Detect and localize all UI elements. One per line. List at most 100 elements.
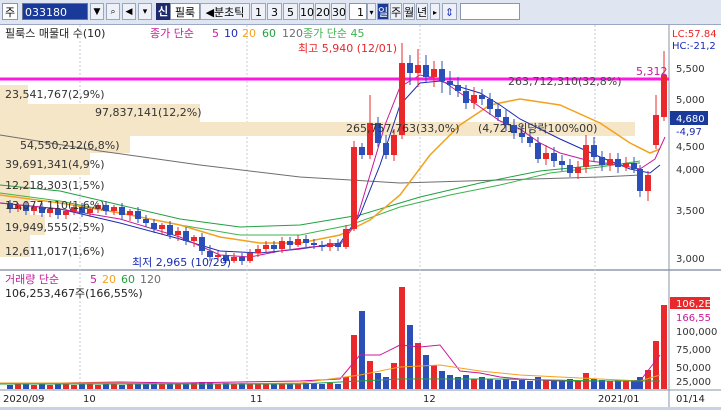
candle-body: [303, 239, 309, 243]
interval-button-10[interactable]: 10: [299, 3, 314, 20]
volume-bar: [279, 384, 285, 389]
profile-label-8: 19,949,555(2,5%): [5, 221, 105, 234]
interval-label: 20: [316, 6, 330, 19]
count-input[interactable]: 1: [349, 3, 367, 20]
volume-bar: [575, 381, 581, 389]
candle-body: [591, 145, 597, 157]
candle-body: [623, 163, 629, 167]
interval-label: 1: [255, 6, 262, 19]
x-label-12: 12: [423, 394, 436, 405]
scroll-updown-icon[interactable]: ⇕: [442, 3, 457, 20]
count-dropdown-icon[interactable]: ▾: [367, 3, 376, 20]
volume-right-value: 106,2E: [676, 299, 711, 310]
profile-label-5: 39,691,341(4,9%): [5, 158, 105, 171]
volume-bar: [135, 384, 141, 389]
volume-info: 106,253,467주(166,55%): [5, 287, 143, 300]
period-week-label: 주: [391, 6, 402, 19]
candle-body: [487, 99, 493, 109]
vol-ma5-legend: 5: [90, 273, 97, 286]
speaker-icon[interactable]: ◀: [122, 3, 136, 20]
candle-body: [653, 115, 659, 145]
volume-bar: [661, 305, 667, 389]
volume-tick-100000: 100,000: [676, 327, 717, 338]
current-change: -4,97: [676, 127, 702, 138]
volume-bar: [63, 384, 69, 389]
candle-body: [151, 223, 157, 229]
price-panel-title: 필룩스 매물대 수(10): [5, 27, 105, 40]
volume-bar: [653, 341, 659, 389]
chart-toolbar: 주 033180 ▼ ⌕ ◀ ▾ 신 필룩 ◀분초틱 1 3 5 10 20 3…: [0, 0, 721, 25]
stock-code-input[interactable]: 033180: [22, 3, 88, 20]
candle-body: [575, 167, 581, 173]
x-label-11: 11: [250, 394, 263, 405]
interval-button-30[interactable]: 30: [331, 3, 346, 20]
candle-body: [231, 257, 237, 261]
volume-bar: [463, 375, 469, 389]
market-select[interactable]: 주: [2, 3, 18, 20]
candle-body: [247, 253, 253, 261]
interval-button-5[interactable]: 5: [283, 3, 298, 20]
volume-bar: [383, 377, 389, 389]
vol-ma20-legend: 20: [102, 273, 116, 286]
profile-label-2: 97,837,141(12,2%): [95, 106, 202, 119]
candle-body: [495, 109, 501, 117]
candle-body: [183, 231, 189, 241]
interval-label: 5: [287, 6, 294, 19]
ma10-legend: 10: [224, 27, 238, 40]
period-right-arrow-icon[interactable]: ▸: [430, 3, 440, 20]
candle-body: [351, 147, 357, 229]
interval-button-1[interactable]: 1: [251, 3, 266, 20]
interval-label: 10: [300, 6, 314, 19]
period-week-button[interactable]: 주: [390, 3, 402, 20]
candle-body: [271, 245, 277, 249]
code-dropdown-icon[interactable]: ▼: [90, 3, 104, 20]
stock-code-value: 033180: [25, 6, 67, 19]
volume-bar: [111, 384, 117, 389]
volume-bar: [607, 381, 613, 389]
candle-body: [255, 249, 261, 253]
interval-button-3[interactable]: 3: [267, 3, 282, 20]
period-year-button[interactable]: 년: [416, 3, 428, 20]
candle-body: [463, 91, 469, 103]
overlay-label: (4,721,위당락100%00): [478, 122, 597, 135]
volume-bar: [159, 384, 165, 389]
extra-input[interactable]: [460, 3, 520, 20]
volume-bar: [511, 381, 517, 389]
low-annotation: 최저 2,965 (10/29): [132, 256, 231, 269]
options-dropdown-icon[interactable]: ▾: [138, 3, 152, 20]
new-badge[interactable]: 신: [156, 3, 170, 20]
period-day-button[interactable]: 일: [377, 3, 389, 20]
volume-bar: [183, 384, 189, 389]
candle-body: [319, 245, 325, 247]
chart-area[interactable]: 필룩스 매물대 수(10) 종가 단순 5 10 20 60 120 종가 단순…: [0, 25, 721, 407]
candle-body: [295, 239, 301, 245]
candle-body: [439, 69, 445, 81]
candle-body: [559, 161, 565, 165]
high-annotation: 최고 5,940 (12/01): [298, 42, 397, 55]
candle-body: [479, 95, 485, 99]
search-icon[interactable]: ⌕: [106, 3, 120, 20]
stock-chart[interactable]: 필룩스 매물대 수(10) 종가 단순 5 10 20 60 120 종가 단순…: [0, 25, 721, 407]
last-price-marker: 5,312: [636, 65, 668, 78]
candle-body: [143, 219, 149, 223]
current-price-value: 4,680: [676, 114, 705, 125]
candle-body: [661, 75, 667, 117]
volume-bar: [319, 384, 325, 389]
period-type-button[interactable]: ◀분초틱: [200, 3, 250, 20]
candle-body: [407, 63, 413, 73]
volume-bar: [87, 384, 93, 389]
ma45-legend: 종가 단순 45: [303, 27, 364, 40]
vol-ma120-legend: 120: [140, 273, 161, 286]
candle-body: [199, 237, 205, 251]
candle-body: [599, 157, 605, 165]
volume-bar: [7, 385, 13, 389]
interval-button-20[interactable]: 20: [315, 3, 330, 20]
y-tick-3000: 3,000: [676, 254, 705, 265]
volume-tick-75000: 75,000: [676, 345, 711, 356]
volume-bar: [335, 384, 341, 389]
period-month-button[interactable]: 월: [403, 3, 415, 20]
candle-body: [415, 65, 421, 73]
profile-label-4: 54,550,212(6,8%): [20, 139, 120, 152]
volume-bar: [367, 361, 373, 389]
hc-label: HC:-21,2: [672, 41, 716, 52]
